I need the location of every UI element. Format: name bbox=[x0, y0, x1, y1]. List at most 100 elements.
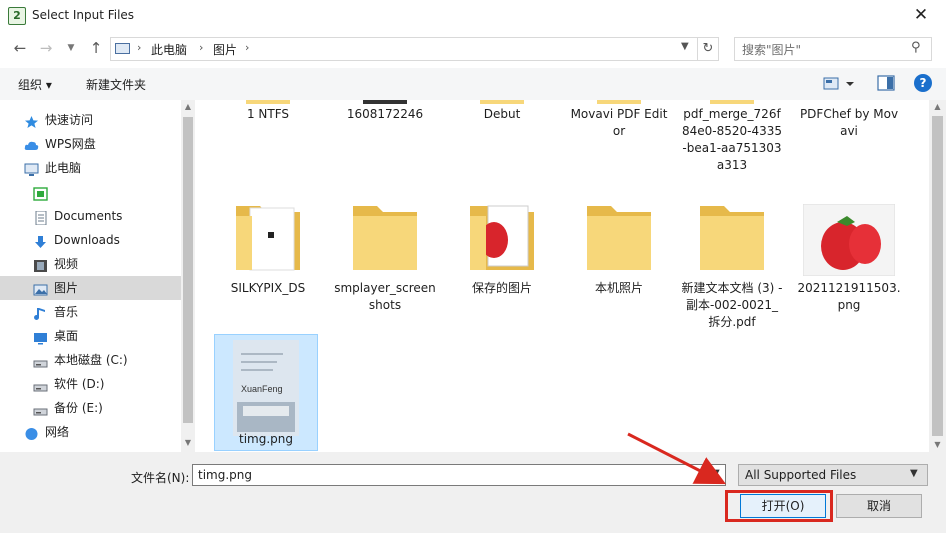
view-options-button[interactable] bbox=[822, 75, 856, 93]
window-title: Select Input Files bbox=[32, 8, 135, 22]
file-tile[interactable]: 2021121911503.png bbox=[797, 188, 901, 318]
image-thumbnail: XuanFeng bbox=[233, 340, 299, 439]
sidebar-item[interactable] bbox=[0, 180, 181, 204]
navigation-pane: 快速访问 WPS网盘此电脑 Documents Downloads 视频图片音乐桌面本地… bbox=[0, 100, 181, 452]
file-name: 2021121911503.png bbox=[797, 281, 901, 312]
back-arrow-icon[interactable]: ← bbox=[10, 38, 30, 58]
folder-icon bbox=[581, 196, 657, 279]
sidebar-item[interactable]: 此电脑 bbox=[0, 156, 181, 180]
sidebar-item[interactable]: 视频 bbox=[0, 252, 181, 276]
file-name: timg.png bbox=[239, 432, 293, 446]
file-name: smplayer_screenshots bbox=[334, 281, 436, 312]
view-icon bbox=[823, 77, 854, 90]
breadcrumb-this-pc[interactable]: 此电脑 bbox=[151, 41, 187, 58]
sidebar-item-label: 视频 bbox=[54, 257, 79, 271]
file-name: 1 NTFS bbox=[246, 107, 290, 121]
refresh-icon[interactable]: ↻ bbox=[698, 37, 719, 61]
sidebar-item-label: Documents bbox=[54, 209, 123, 223]
document-icon bbox=[33, 209, 48, 226]
search-input[interactable]: 搜索"图片" ⚲ bbox=[734, 37, 932, 61]
sidebar-item-label: 图片 bbox=[54, 281, 79, 295]
file-name: 本机照片 bbox=[594, 281, 643, 295]
file-name: Debut bbox=[483, 107, 521, 121]
file-tile[interactable]: XuanFeng timg.png bbox=[214, 334, 318, 452]
svg-text:XuanFeng: XuanFeng bbox=[241, 384, 283, 394]
folder-icon bbox=[464, 196, 540, 279]
new-folder-button[interactable]: 新建文件夹 bbox=[86, 76, 146, 93]
folder-icon bbox=[694, 196, 770, 279]
sidebar-item[interactable]: 备份 (E:) bbox=[0, 396, 181, 420]
sidebar-item[interactable]: 快速访问 bbox=[0, 108, 181, 132]
breadcrumb-separator[interactable]: › bbox=[137, 41, 141, 54]
video-icon bbox=[33, 257, 48, 272]
file-tile[interactable]: 本机照片 bbox=[567, 188, 671, 318]
music-icon bbox=[33, 305, 48, 320]
sidebar-item[interactable]: Documents bbox=[0, 204, 181, 228]
address-bar[interactable]: › 此电脑 › 图片 › ▼ bbox=[110, 37, 698, 61]
cancel-button[interactable]: 取消 bbox=[836, 494, 922, 518]
filename-label: 文件名(N): bbox=[131, 471, 190, 485]
filename-dropdown-icon[interactable]: ▼ bbox=[712, 468, 720, 479]
sidebar-item[interactable]: 网络 bbox=[0, 420, 181, 444]
chevron-down-icon[interactable]: ▼ bbox=[64, 38, 78, 58]
navigation-scrollbar-thumb[interactable] bbox=[183, 117, 193, 423]
address-dropdown-icon[interactable]: ▼ bbox=[681, 41, 689, 52]
breadcrumb-separator[interactable]: › bbox=[245, 41, 249, 54]
file-name: pdf_merge_726f84e0-8520-4335-bea1-aa7513… bbox=[681, 107, 783, 172]
sidebar-item[interactable]: 软件 (D:) bbox=[0, 372, 181, 396]
sidebar-item-label: WPS网盘 bbox=[45, 137, 96, 151]
folder-icon bbox=[710, 100, 754, 104]
help-icon[interactable]: ? bbox=[914, 74, 932, 92]
scroll-up-icon[interactable]: ▲ bbox=[181, 100, 195, 114]
network-icon bbox=[24, 425, 39, 440]
folder-icon bbox=[597, 100, 641, 104]
sidebar-item-label: 快速访问 bbox=[45, 113, 94, 127]
folder-icon bbox=[363, 100, 407, 104]
sidebar-item-label: 备份 (E:) bbox=[54, 401, 103, 415]
search-placeholder: 搜索"图片" bbox=[742, 43, 802, 57]
scroll-up-icon[interactable]: ▲ bbox=[929, 100, 946, 114]
sidebar-item[interactable]: 桌面 bbox=[0, 324, 181, 348]
folder-icon bbox=[480, 100, 524, 104]
file-list-area[interactable]: 1 NTFS 1608172246 Debut Movavi PDF Editor pd… bbox=[196, 100, 928, 452]
preview-pane-button[interactable] bbox=[877, 75, 895, 91]
scroll-down-icon[interactable]: ▼ bbox=[929, 438, 946, 452]
close-button[interactable]: ✕ bbox=[906, 4, 936, 26]
sidebar-item[interactable]: Downloads bbox=[0, 228, 181, 252]
sidebar-item[interactable]: 音乐 bbox=[0, 300, 181, 324]
file-tile[interactable]: 新建文本文档 (3) - 副本-002-0021_拆分.pdf bbox=[680, 188, 784, 329]
file-name: Movavi PDF Editor bbox=[570, 107, 668, 138]
chevron-down-icon[interactable]: ▼ bbox=[910, 468, 918, 479]
filetype-select[interactable]: All Supported Files bbox=[738, 464, 928, 486]
sidebar-item-label: Downloads bbox=[54, 233, 120, 247]
breadcrumb-pictures[interactable]: 图片 bbox=[213, 41, 237, 58]
sidebar-item[interactable]: 图片 bbox=[0, 276, 181, 300]
up-arrow-icon[interactable]: ↑ bbox=[86, 38, 106, 58]
green-app-icon bbox=[33, 185, 48, 201]
folder-icon bbox=[347, 196, 423, 279]
drive-icon bbox=[33, 377, 48, 392]
sidebar-item-label: 本地磁盘 (C:) bbox=[54, 353, 128, 367]
file-tile[interactable]: SILKYPIX_DS bbox=[216, 188, 320, 318]
file-name: SILKYPIX_DS bbox=[230, 281, 306, 295]
sidebar-item-label: 此电脑 bbox=[45, 161, 82, 175]
folder-icon bbox=[230, 196, 306, 279]
sidebar-item-label: 音乐 bbox=[54, 305, 79, 319]
file-tile[interactable]: 保存的图片 bbox=[450, 188, 554, 318]
sidebar-item[interactable]: WPS网盘 bbox=[0, 132, 181, 156]
file-tile[interactable]: smplayer_screenshots bbox=[333, 188, 437, 318]
file-name: 新建文本文档 (3) - 副本-002-0021_拆分.pdf bbox=[681, 281, 783, 329]
computer-icon bbox=[24, 161, 39, 176]
organize-button[interactable]: 组织 ▾ bbox=[18, 76, 52, 93]
sidebar-item[interactable]: 本地磁盘 (C:) bbox=[0, 348, 181, 372]
search-icon[interactable]: ⚲ bbox=[911, 40, 921, 55]
forward-arrow-icon[interactable]: → bbox=[36, 38, 56, 58]
computer-icon bbox=[115, 43, 130, 54]
dialog-footer: 文件名(N): timg.png ▼ All Supported Files ▼… bbox=[0, 452, 946, 533]
file-list-scrollbar-thumb[interactable] bbox=[932, 116, 943, 436]
scroll-down-icon[interactable]: ▼ bbox=[181, 436, 195, 450]
folder-icon bbox=[246, 100, 290, 104]
breadcrumb-separator[interactable]: › bbox=[199, 41, 203, 54]
filename-input[interactable]: timg.png bbox=[192, 464, 726, 486]
picture-icon bbox=[33, 281, 48, 296]
